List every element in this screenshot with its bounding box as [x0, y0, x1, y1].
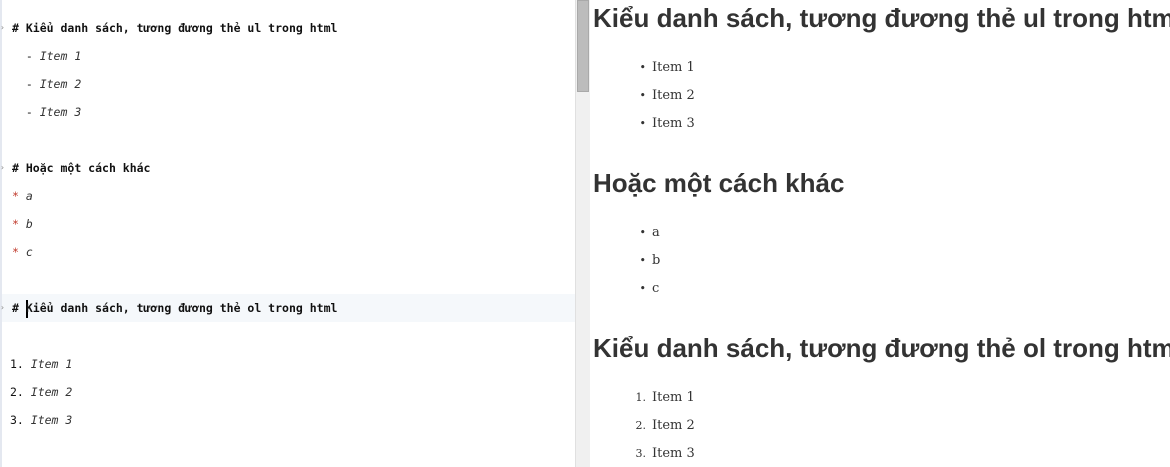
list-marker: - — [12, 105, 40, 119]
editor-line-item[interactable]: - Item 2 — [2, 70, 575, 98]
number-marker: 3. — [635, 447, 647, 460]
list-marker: - — [12, 77, 40, 91]
heading-marker: # — [12, 161, 26, 175]
editor-line-item[interactable]: 1. Item 1 — [2, 350, 575, 378]
list-marker: * — [12, 245, 26, 259]
fold-icon[interactable]: › — [0, 154, 5, 182]
list-item: 3. Item 3 — [630, 445, 695, 463]
list-item: • a — [630, 224, 660, 242]
bullet: • — [639, 282, 647, 295]
editor-line-item[interactable]: 2. Item 2 — [2, 378, 575, 406]
item-text: Item 1 — [39, 49, 82, 63]
list-item: • Item 1 — [630, 59, 695, 77]
item-text: Item 1 — [652, 60, 695, 75]
number-marker: 1. — [635, 391, 647, 404]
heading-marker: # — [12, 301, 26, 315]
list-marker: * — [12, 217, 26, 231]
item-text: Item 2 — [652, 418, 695, 433]
editor-line-item[interactable]: - Item 1 — [2, 42, 575, 70]
item-text: c — [652, 281, 660, 296]
item-text: Item 1 — [30, 357, 73, 371]
editor-line-item[interactable]: - Item 3 — [2, 98, 575, 126]
bullet: • — [639, 89, 647, 102]
list-marker: - — [12, 49, 40, 63]
item-text: a — [25, 189, 33, 203]
bullet: • — [639, 226, 647, 239]
list-item: • c — [630, 280, 660, 298]
list-item: 2. Item 2 — [630, 417, 695, 435]
fold-icon[interactable]: › — [0, 294, 5, 322]
editor-line-heading-active[interactable]: › # Kiểu danh sách, tương đương thẻ ol tr… — [0, 294, 575, 322]
editor-line-item[interactable]: * b — [2, 210, 575, 238]
editor-line-item[interactable]: * c — [2, 238, 575, 266]
item-text: a — [652, 225, 660, 240]
number-marker: 2. — [635, 419, 647, 432]
markdown-editor[interactable]: › # Kiểu danh sách, tương đương thẻ ul tr… — [0, 0, 575, 467]
list-item: • b — [630, 252, 661, 270]
list-item: 1. Item 1 — [630, 389, 695, 407]
item-text: Item 3 — [30, 413, 73, 427]
item-text: Item 2 — [652, 88, 695, 103]
item-text: Item 2 — [39, 77, 82, 91]
editor-line-heading[interactable]: › # Hoặc một cách khác — [0, 154, 575, 182]
heading-marker: # — [12, 21, 26, 35]
item-text: Item 3 — [652, 116, 695, 131]
editor-line-item[interactable]: * a — [2, 182, 575, 210]
preview-heading: Kiểu danh sách, tương đương thẻ ol trong… — [593, 333, 1170, 363]
list-marker: * — [12, 189, 26, 203]
item-text: Item 2 — [30, 385, 73, 399]
bullet: • — [639, 254, 647, 267]
markdown-preview: Kiểu danh sách, tương đương thẻ ul trong… — [590, 0, 1170, 467]
item-text: c — [25, 245, 33, 259]
editor-line-item[interactable]: 3. Item 3 — [2, 406, 575, 434]
scrollbar-thumb[interactable] — [577, 0, 589, 92]
list-marker: 2. — [10, 385, 31, 399]
list-marker: 3. — [10, 413, 31, 427]
heading-text: Kiểu danh sách, tương đương thẻ ol trong… — [25, 301, 338, 315]
item-text: b — [25, 217, 33, 231]
heading-text: Hoặc một cách khác — [25, 161, 151, 175]
item-text: b — [652, 253, 661, 268]
bullet: • — [639, 61, 647, 74]
preview-heading: Kiểu danh sách, tương đương thẻ ul trong… — [593, 3, 1170, 33]
list-item: • Item 2 — [630, 87, 695, 105]
editor-scrollbar[interactable] — [575, 0, 590, 467]
bullet: • — [639, 117, 647, 130]
editor-line-heading[interactable]: › # Kiểu danh sách, tương đương thẻ ul tr… — [0, 14, 575, 42]
list-marker: 1. — [10, 357, 31, 371]
heading-text: Kiểu danh sách, tương đương thẻ ul trong… — [25, 21, 338, 35]
item-text: Item 1 — [652, 390, 695, 405]
preview-heading: Hoặc một cách khác — [593, 168, 845, 198]
fold-icon[interactable]: › — [0, 14, 5, 42]
list-item: • Item 3 — [630, 115, 695, 133]
item-text: Item 3 — [652, 446, 695, 461]
item-text: Item 3 — [39, 105, 82, 119]
